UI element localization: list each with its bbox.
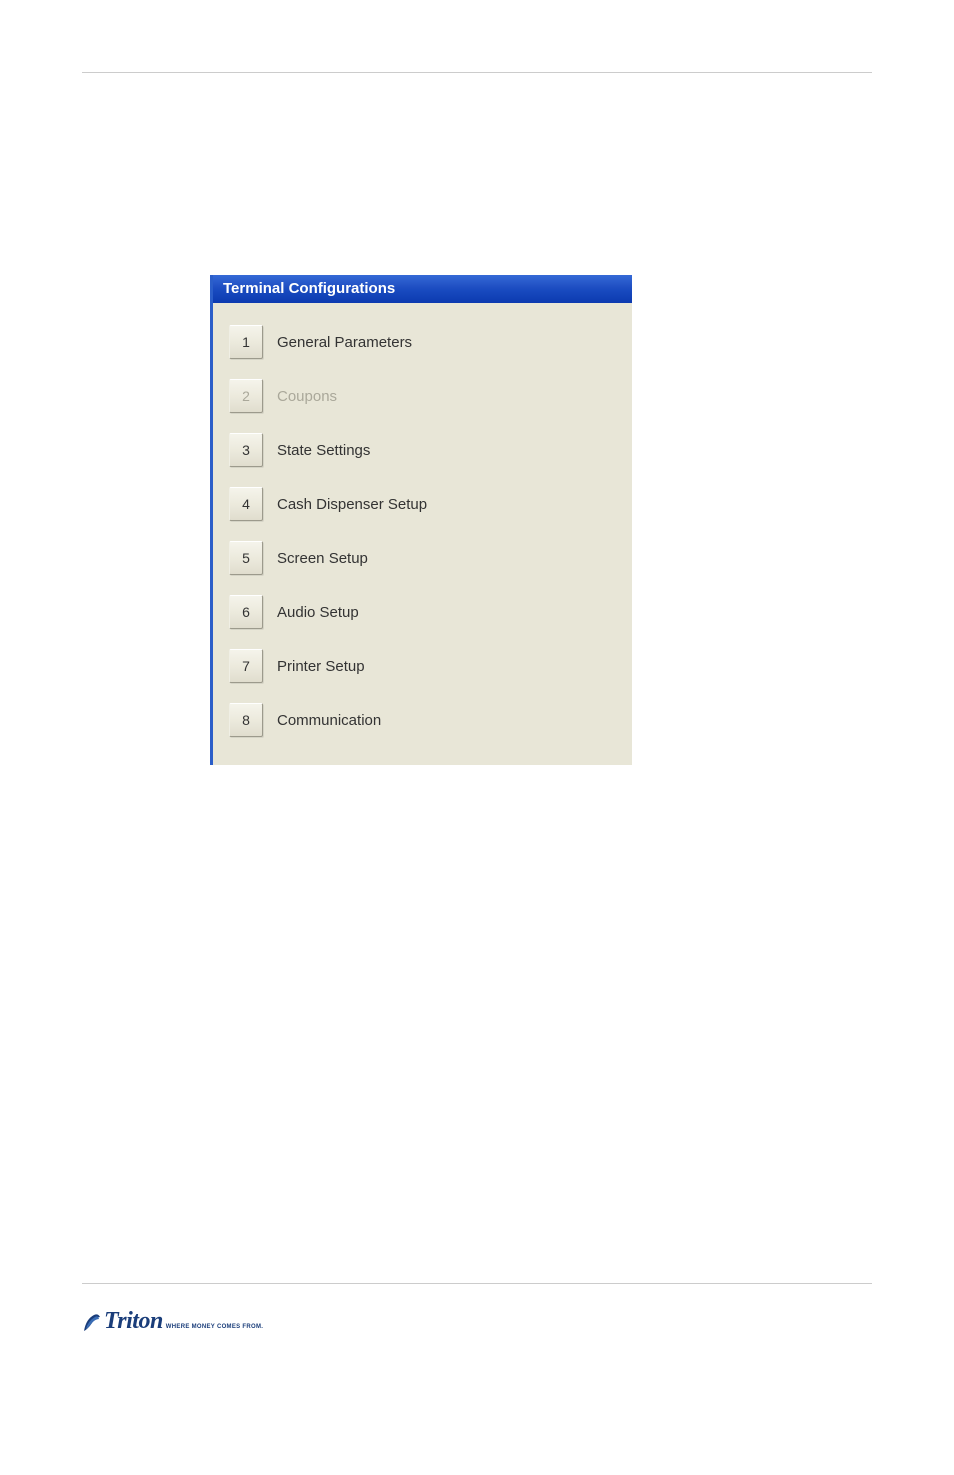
menu-item-cash-dispenser-setup[interactable]: 4 Cash Dispenser Setup (213, 477, 632, 531)
menu-item-label: Audio Setup (277, 604, 359, 621)
window-title: Terminal Configurations (223, 280, 395, 297)
brand-logo: Triton WHERE MONEY COMES FROM. (82, 1308, 263, 1335)
menu-item-communication[interactable]: 8 Communication (213, 693, 632, 747)
top-divider (82, 72, 872, 73)
menu-item-coupons: 2 Coupons (213, 369, 632, 423)
menu-number: 4 (242, 496, 250, 512)
menu-number-button[interactable]: 3 (229, 433, 263, 467)
menu-number: 5 (242, 550, 250, 566)
menu-number: 7 (242, 658, 250, 674)
menu-body: 1 General Parameters 2 Coupons 3 State S… (213, 303, 632, 765)
menu-number-button: 2 (229, 379, 263, 413)
menu-number-button[interactable]: 6 (229, 595, 263, 629)
menu-item-label: Screen Setup (277, 550, 368, 567)
window-titlebar: Terminal Configurations (213, 275, 632, 303)
menu-number: 8 (242, 712, 250, 728)
menu-number-button[interactable]: 4 (229, 487, 263, 521)
menu-item-state-settings[interactable]: 3 State Settings (213, 423, 632, 477)
menu-number: 1 (242, 334, 250, 350)
menu-item-general-parameters[interactable]: 1 General Parameters (213, 315, 632, 369)
menu-item-label: Printer Setup (277, 658, 365, 675)
brand-tagline: WHERE MONEY COMES FROM. (166, 1324, 263, 1330)
triton-swoosh-icon (82, 1311, 102, 1333)
menu-item-label: State Settings (277, 442, 370, 459)
menu-item-audio-setup[interactable]: 6 Audio Setup (213, 585, 632, 639)
menu-number: 2 (242, 388, 250, 404)
menu-number-button[interactable]: 7 (229, 649, 263, 683)
menu-item-label: Coupons (277, 388, 337, 405)
menu-number-button[interactable]: 8 (229, 703, 263, 737)
menu-number-button[interactable]: 1 (229, 325, 263, 359)
terminal-configurations-window: Terminal Configurations 1 General Parame… (210, 275, 632, 765)
bottom-divider (82, 1283, 872, 1284)
menu-item-printer-setup[interactable]: 7 Printer Setup (213, 639, 632, 693)
menu-item-label: Communication (277, 712, 381, 729)
menu-number-button[interactable]: 5 (229, 541, 263, 575)
menu-number: 3 (242, 442, 250, 458)
menu-item-label: General Parameters (277, 334, 412, 351)
menu-item-screen-setup[interactable]: 5 Screen Setup (213, 531, 632, 585)
brand-name: Triton (104, 1308, 163, 1335)
menu-item-label: Cash Dispenser Setup (277, 496, 427, 513)
menu-number: 6 (242, 604, 250, 620)
